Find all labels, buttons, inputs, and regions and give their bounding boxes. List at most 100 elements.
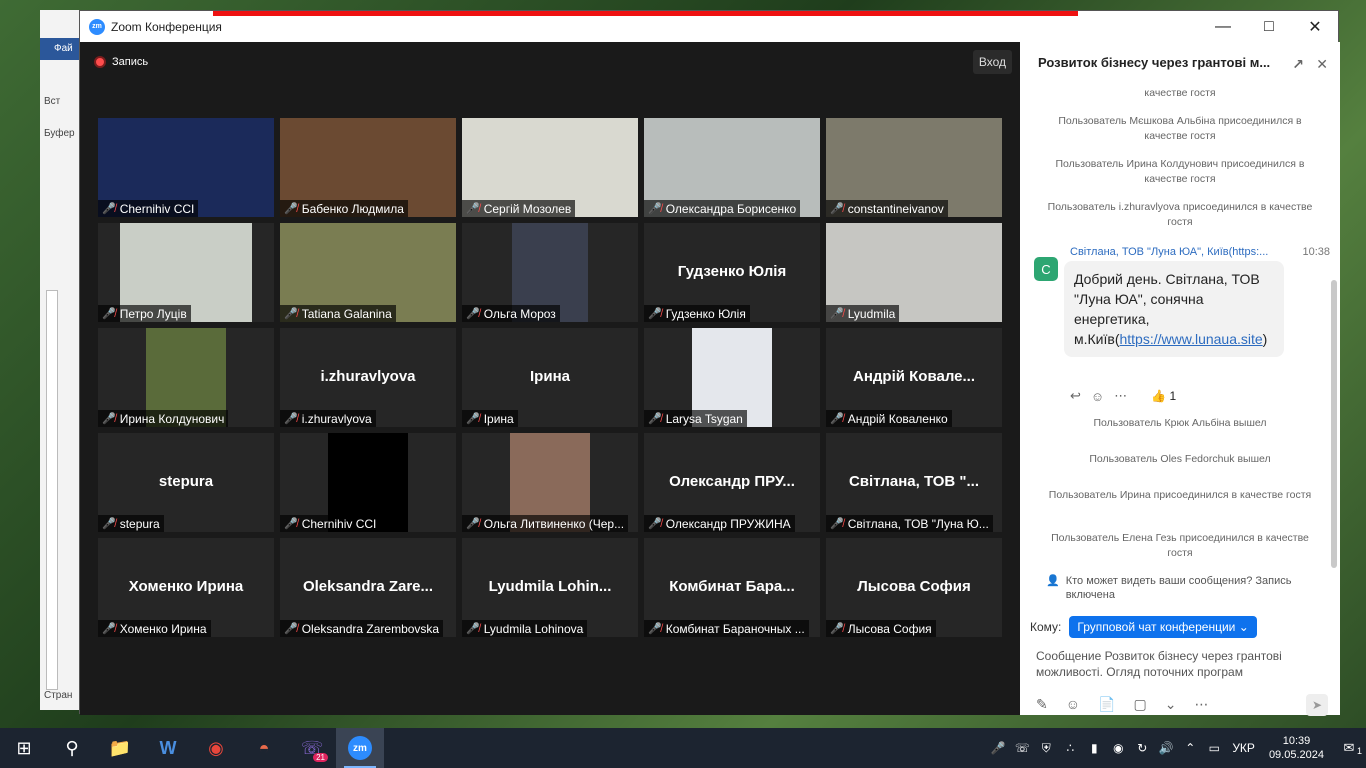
participant-tile[interactable]: Ірина 🎤̸ Ірина (462, 328, 638, 427)
minimize-icon[interactable]: — (1200, 11, 1246, 42)
muted-mic-icon: 🎤̸ (102, 623, 116, 635)
network-icon[interactable]: ∴ (1058, 741, 1082, 755)
close-icon[interactable]: ✕ (1292, 11, 1338, 42)
participant-name: Олександра Борисенко (665, 201, 797, 216)
participant-tile[interactable]: Олександр ПРУ... 🎤̸ Олександр ПРУЖИНА (644, 433, 820, 532)
participant-tile[interactable]: Лысова София 🎤̸ Лысова София (826, 538, 1002, 637)
volume-icon[interactable]: 🔊 (1154, 741, 1178, 755)
thumbs-up-reaction[interactable]: 👍 1 (1151, 389, 1176, 403)
participant-tile[interactable]: 🎤̸ Chernihiv CCI (280, 433, 456, 532)
participant-tile[interactable]: 🎤̸ Lyudmila (826, 223, 1002, 322)
reply-icon[interactable]: ↩ (1070, 388, 1081, 404)
recipient-row: Кому: Групповой чат конференции ⌄ (1030, 616, 1257, 638)
participant-tile[interactable]: 🎤̸ Larysa Tsygan (644, 328, 820, 427)
viber-icon[interactable]: ☏ 21 (288, 728, 336, 768)
zoom-tray-icon[interactable]: ◉ (1106, 741, 1130, 755)
participant-tile[interactable]: 🎤̸ Сергій Мозолев (462, 118, 638, 217)
participant-tile[interactable]: Хоменко Ирина 🎤̸ Хоменко Ирина (98, 538, 274, 637)
participant-tile[interactable]: 🎤̸ Ирина Колдунович (98, 328, 274, 427)
avatar[interactable]: С (1034, 257, 1058, 281)
participant-tile[interactable]: 🎤̸ Chernihiv CCI (98, 118, 274, 217)
display-icon[interactable]: ▭ (1202, 741, 1226, 755)
enter-button[interactable]: Вход (972, 50, 1012, 74)
participant-name: Ірина (483, 411, 514, 426)
muted-mic-icon: 🎤̸ (284, 623, 298, 635)
search-icon[interactable]: ⚲ (48, 728, 96, 768)
more-icon[interactable]: ⋯ (1114, 388, 1127, 404)
chrome-icon[interactable]: ◉ (192, 728, 240, 768)
muted-mic-icon: 🎤̸ (830, 308, 844, 320)
participant-tile[interactable]: 🎤̸ constantineivanov (826, 118, 1002, 217)
notifications-icon[interactable]: ✉ 1 (1332, 740, 1366, 756)
add-reaction-icon[interactable]: ☺ (1091, 389, 1104, 404)
language-indicator[interactable]: УКР (1232, 741, 1255, 755)
participant-tile[interactable]: Комбинат Бара... 🎤̸ Комбинат Бараночных ..… (644, 538, 820, 637)
visibility-text: Кто может видеть ваши сообщения? Запись … (1065, 575, 1292, 601)
antivirus-icon[interactable]: ◓ (240, 728, 288, 768)
participant-tile[interactable]: 🎤̸ Петро Луців (98, 223, 274, 322)
participant-display-name: Lyudmila Lohin... (488, 578, 612, 595)
start-icon[interactable]: ⊞ (0, 728, 48, 768)
message-bubble: Добрий день. Світлана, ТОВ "Луна ЮА", со… (1064, 261, 1284, 357)
popout-icon[interactable]: ↗ (1292, 56, 1304, 73)
send-button[interactable]: ➤ (1306, 694, 1328, 716)
participant-tile[interactable]: Oleksandra Zare... 🎤̸ Oleksandra Zarembovs… (280, 538, 456, 637)
recipient-select[interactable]: Групповой чат конференции ⌄ (1069, 616, 1257, 638)
participant-tile[interactable]: Lyudmila Lohin... 🎤̸ Lyudmila Lohinova (462, 538, 638, 637)
participant-name: Світлана, ТОВ "Луна Ю... (847, 516, 989, 531)
participant-name: Ирина Колдунович (119, 411, 225, 426)
chat-scrollbar[interactable] (1331, 280, 1337, 568)
participant-tile[interactable]: i.zhuravlyova 🎤̸ i.zhuravlyova (280, 328, 456, 427)
visibility-notice[interactable]: 👤 Кто может видеть ваши сообщения? Запис… (1046, 574, 1326, 602)
participant-tile[interactable]: Гудзенко Юлія 🎤̸ Гудзенко Юлія (644, 223, 820, 322)
maximize-icon[interactable]: □ (1246, 11, 1292, 42)
file-explorer-icon[interactable]: 📁 (96, 728, 144, 768)
update-icon[interactable]: ↻ (1130, 741, 1154, 755)
clock[interactable]: 10:39 09.05.2024 (1269, 734, 1324, 762)
chat-close-icon[interactable]: ✕ (1316, 56, 1328, 73)
participant-tile[interactable]: 🎤̸ Tatiana Galanina (280, 223, 456, 322)
muted-mic-icon: 🎤̸ (830, 203, 844, 215)
screenshot-icon[interactable]: ▢ (1133, 696, 1146, 713)
sender-name[interactable]: Світлана, ТОВ "Луна ЮА", Київ(https:... (1070, 246, 1268, 258)
muted-mic-icon: 🎤̸ (466, 203, 480, 215)
emoji-icon[interactable]: ☺ (1066, 696, 1080, 713)
system-message: Пользователь Крюк Альбіна вышел (1093, 417, 1267, 429)
format-icon[interactable]: ✎ (1036, 696, 1048, 713)
battery-icon[interactable]: ▮ (1082, 741, 1106, 755)
message-sender: Світлана, ТОВ "Луна ЮА", Київ(https:... … (1070, 246, 1330, 258)
participant-name: Chernihiv CCI (301, 516, 377, 531)
participant-name: Chernihiv CCI (119, 201, 195, 216)
zoom-window[interactable]: zm Zoom Конференция — □ ✕ Запись Вход 🎤̸… (79, 10, 1340, 716)
message-input[interactable]: Сообщение Розвиток бізнесу через грантов… (1036, 648, 1326, 680)
participant-tile[interactable]: 🎤̸ Ольга Литвиненко (Чер... (462, 433, 638, 532)
recipient-value: Групповой чат конференции (1077, 620, 1236, 634)
participant-tile[interactable]: stepura 🎤̸ stepura (98, 433, 274, 532)
shield-icon[interactable]: ⛨ (1034, 741, 1058, 756)
participant-name-bar: 🎤̸ Комбинат Бараночных ... (644, 620, 809, 637)
muted-mic-icon: 🎤̸ (102, 518, 116, 530)
viber-tray-icon[interactable]: ☏ (1010, 741, 1034, 755)
participant-name-bar: 🎤̸ Олександра Борисенко (644, 200, 801, 217)
participant-tile[interactable]: Андрій Ковале... 🎤̸ Андрій Коваленко (826, 328, 1002, 427)
participant-tile[interactable]: Світлана, ТОВ "... 🎤̸ Світлана, ТОВ "Луна … (826, 433, 1002, 532)
participant-name: Лысова София (847, 621, 932, 636)
file-icon[interactable]: 📄 (1098, 696, 1115, 713)
participant-tile[interactable]: 🎤̸ Олександра Борисенко (644, 118, 820, 217)
participant-name: Lyudmila (847, 306, 896, 321)
participant-tile[interactable]: 🎤̸ Ольга Мороз (462, 223, 638, 322)
participant-tile[interactable]: 🎤̸ Бабенко Людмила (280, 118, 456, 217)
participant-name-bar: 🎤̸ Ірина (462, 410, 518, 427)
chevron-up-icon[interactable]: ⌃ (1178, 741, 1202, 755)
message-link[interactable]: https://www.lunaua.site (1119, 331, 1262, 347)
participant-name-bar: 🎤̸ Гудзенко Юлія (644, 305, 750, 322)
zoom-taskbar-icon[interactable]: zm (336, 728, 384, 768)
more-options-icon[interactable]: ⋯ (1194, 696, 1208, 713)
muted-mic-icon: 🎤̸ (648, 518, 662, 530)
recording-indicator[interactable]: Запись (94, 56, 148, 68)
muted-mic-icon: 🎤̸ (102, 308, 116, 320)
microphone-icon[interactable]: 🎤 (986, 741, 1010, 755)
chevron-down-icon[interactable]: ⌄ (1165, 696, 1177, 713)
word-icon[interactable]: W (144, 728, 192, 768)
muted-mic-icon: 🎤̸ (830, 413, 844, 425)
